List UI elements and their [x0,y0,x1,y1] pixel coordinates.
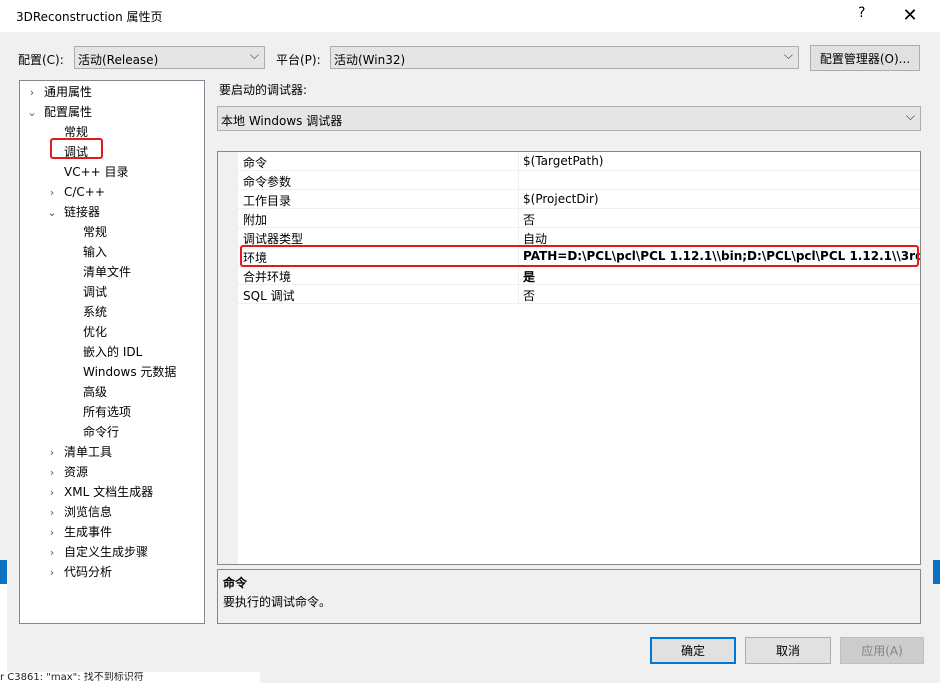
tree-item-xml-doc-generator[interactable]: › XML 文档生成器 [45,482,153,502]
debugger-dropdown[interactable]: 本地 Windows 调试器 ⌵ [217,106,921,131]
tree-item-common-properties[interactable]: › 通用属性 [25,82,92,102]
chevron-right-icon: › [49,186,55,199]
tree-item-code-analysis[interactable]: › 代码分析 [45,562,112,582]
chevron-down-icon: ⌵ [249,48,259,62]
background-window-strip [0,560,7,584]
tree-item-linker-general[interactable]: 常规 [83,222,107,242]
property-grid[interactable]: 命令 $(TargetPath) 命令参数 工作目录 $(ProjectDir)… [217,151,921,565]
tree-item-linker-command-line[interactable]: 命令行 [83,422,119,442]
description-title: 命令 [223,576,248,590]
tree-item-custom-build-step[interactable]: › 自定义生成步骤 [45,542,148,562]
chevron-right-icon: › [49,446,55,459]
apply-button[interactable]: 应用(A) [840,637,924,664]
tree-item-manifest-tool[interactable]: › 清单工具 [45,442,112,462]
property-value: 是 [523,270,536,284]
chevron-right-icon: › [49,506,55,519]
tree-item-linker-advanced[interactable]: 高级 [83,382,107,402]
property-name: SQL 调试 [243,289,295,303]
property-name: 命令 [243,156,268,170]
tree-item-vc-directories[interactable]: VC++ 目录 [64,162,129,182]
tree-item-resources[interactable]: › 资源 [45,462,88,482]
chevron-down-icon: ⌵ [783,48,793,62]
chevron-right-icon: › [49,486,55,499]
grid-gutter [218,152,238,564]
chevron-right-icon: › [49,566,55,579]
selected-item-highlight [50,138,103,159]
platform-value: 活动(Win32) [334,53,406,67]
tree-item-linker-all-options[interactable]: 所有选项 [83,402,131,422]
property-name: 合并环境 [243,270,292,284]
tree-item-linker-debugging[interactable]: 调试 [83,282,107,302]
tree-item-linker-input[interactable]: 输入 [83,242,107,262]
property-name: 附加 [243,213,268,227]
description-panel: 命令 要执行的调试命令。 [217,569,921,624]
platform-label: 平台(P): [276,53,321,67]
tree-item-browse-info[interactable]: › 浏览信息 [45,502,112,522]
grid-row-merge-environment[interactable]: 合并环境 是 [238,266,920,285]
grid-row-working-dir[interactable]: 工作目录 $(ProjectDir) [238,190,920,209]
property-value: 否 [523,289,536,303]
title-bar: 3DReconstruction 属性页 ? ✕ [0,0,940,32]
close-icon: ✕ [902,4,918,26]
tree-item-linker[interactable]: ⌄ 链接器 [45,202,100,222]
property-tree[interactable]: › 通用属性 ⌄ 配置属性 常规 调试 VC++ 目录 › C/C++ ⌄ 链接器 常规… [19,80,205,624]
grid-row-sql-debugging[interactable]: SQL 调试 否 [238,285,920,304]
grid-row-command[interactable]: 命令 $(TargetPath) [238,152,920,171]
close-button[interactable]: ✕ [895,0,925,30]
grid-row-command-args[interactable]: 命令参数 [238,171,920,190]
config-value: 活动(Release) [78,53,159,67]
chevron-right-icon: › [29,86,35,99]
tree-item-linker-optimization[interactable]: 优化 [83,322,107,342]
background-window-left [0,560,7,683]
config-manager-button[interactable]: 配置管理器(O)... [810,45,920,71]
environment-row-highlight [240,245,919,267]
window-title: 3DReconstruction 属性页 [16,10,163,24]
cancel-button[interactable]: 取消 [745,637,831,664]
help-button[interactable]: ? [858,5,865,21]
config-label: 配置(C): [18,53,64,67]
property-name: 工作目录 [243,194,292,208]
tree-item-linker-windows-metadata[interactable]: Windows 元数据 [83,362,176,382]
tree-item-linker-system[interactable]: 系统 [83,302,107,322]
chevron-down-icon: ⌄ [47,206,57,219]
background-output-text: r C3861: "max": 找不到标识符 [0,672,260,683]
property-value: $(ProjectDir) [523,192,599,206]
tree-item-build-events[interactable]: › 生成事件 [45,522,112,542]
chevron-down-icon: ⌵ [905,109,915,123]
property-value: 否 [523,213,536,227]
tree-item-config-properties[interactable]: ⌄ 配置属性 [25,102,92,122]
debugger-label: 要启动的调试器: [219,83,308,97]
chevron-down-icon: ⌄ [27,106,37,119]
config-dropdown[interactable]: 活动(Release) ⌵ [74,46,265,69]
tree-item-linker-manifest[interactable]: 清单文件 [83,262,131,282]
chevron-right-icon: › [49,546,55,559]
platform-dropdown[interactable]: 活动(Win32) ⌵ [330,46,799,69]
property-name: 命令参数 [243,175,292,189]
tree-item-linker-embedded-idl[interactable]: 嵌入的 IDL [83,342,142,362]
background-window-right [933,560,940,584]
debugger-value: 本地 Windows 调试器 [221,114,343,128]
chevron-right-icon: › [49,526,55,539]
description-text: 要执行的调试命令。 [223,595,332,609]
tree-item-cpp[interactable]: › C/C++ [45,182,105,202]
chevron-right-icon: › [49,466,55,479]
grid-row-attach[interactable]: 附加 否 [238,209,920,228]
property-value: $(TargetPath) [523,154,604,168]
ok-button[interactable]: 确定 [650,637,736,664]
